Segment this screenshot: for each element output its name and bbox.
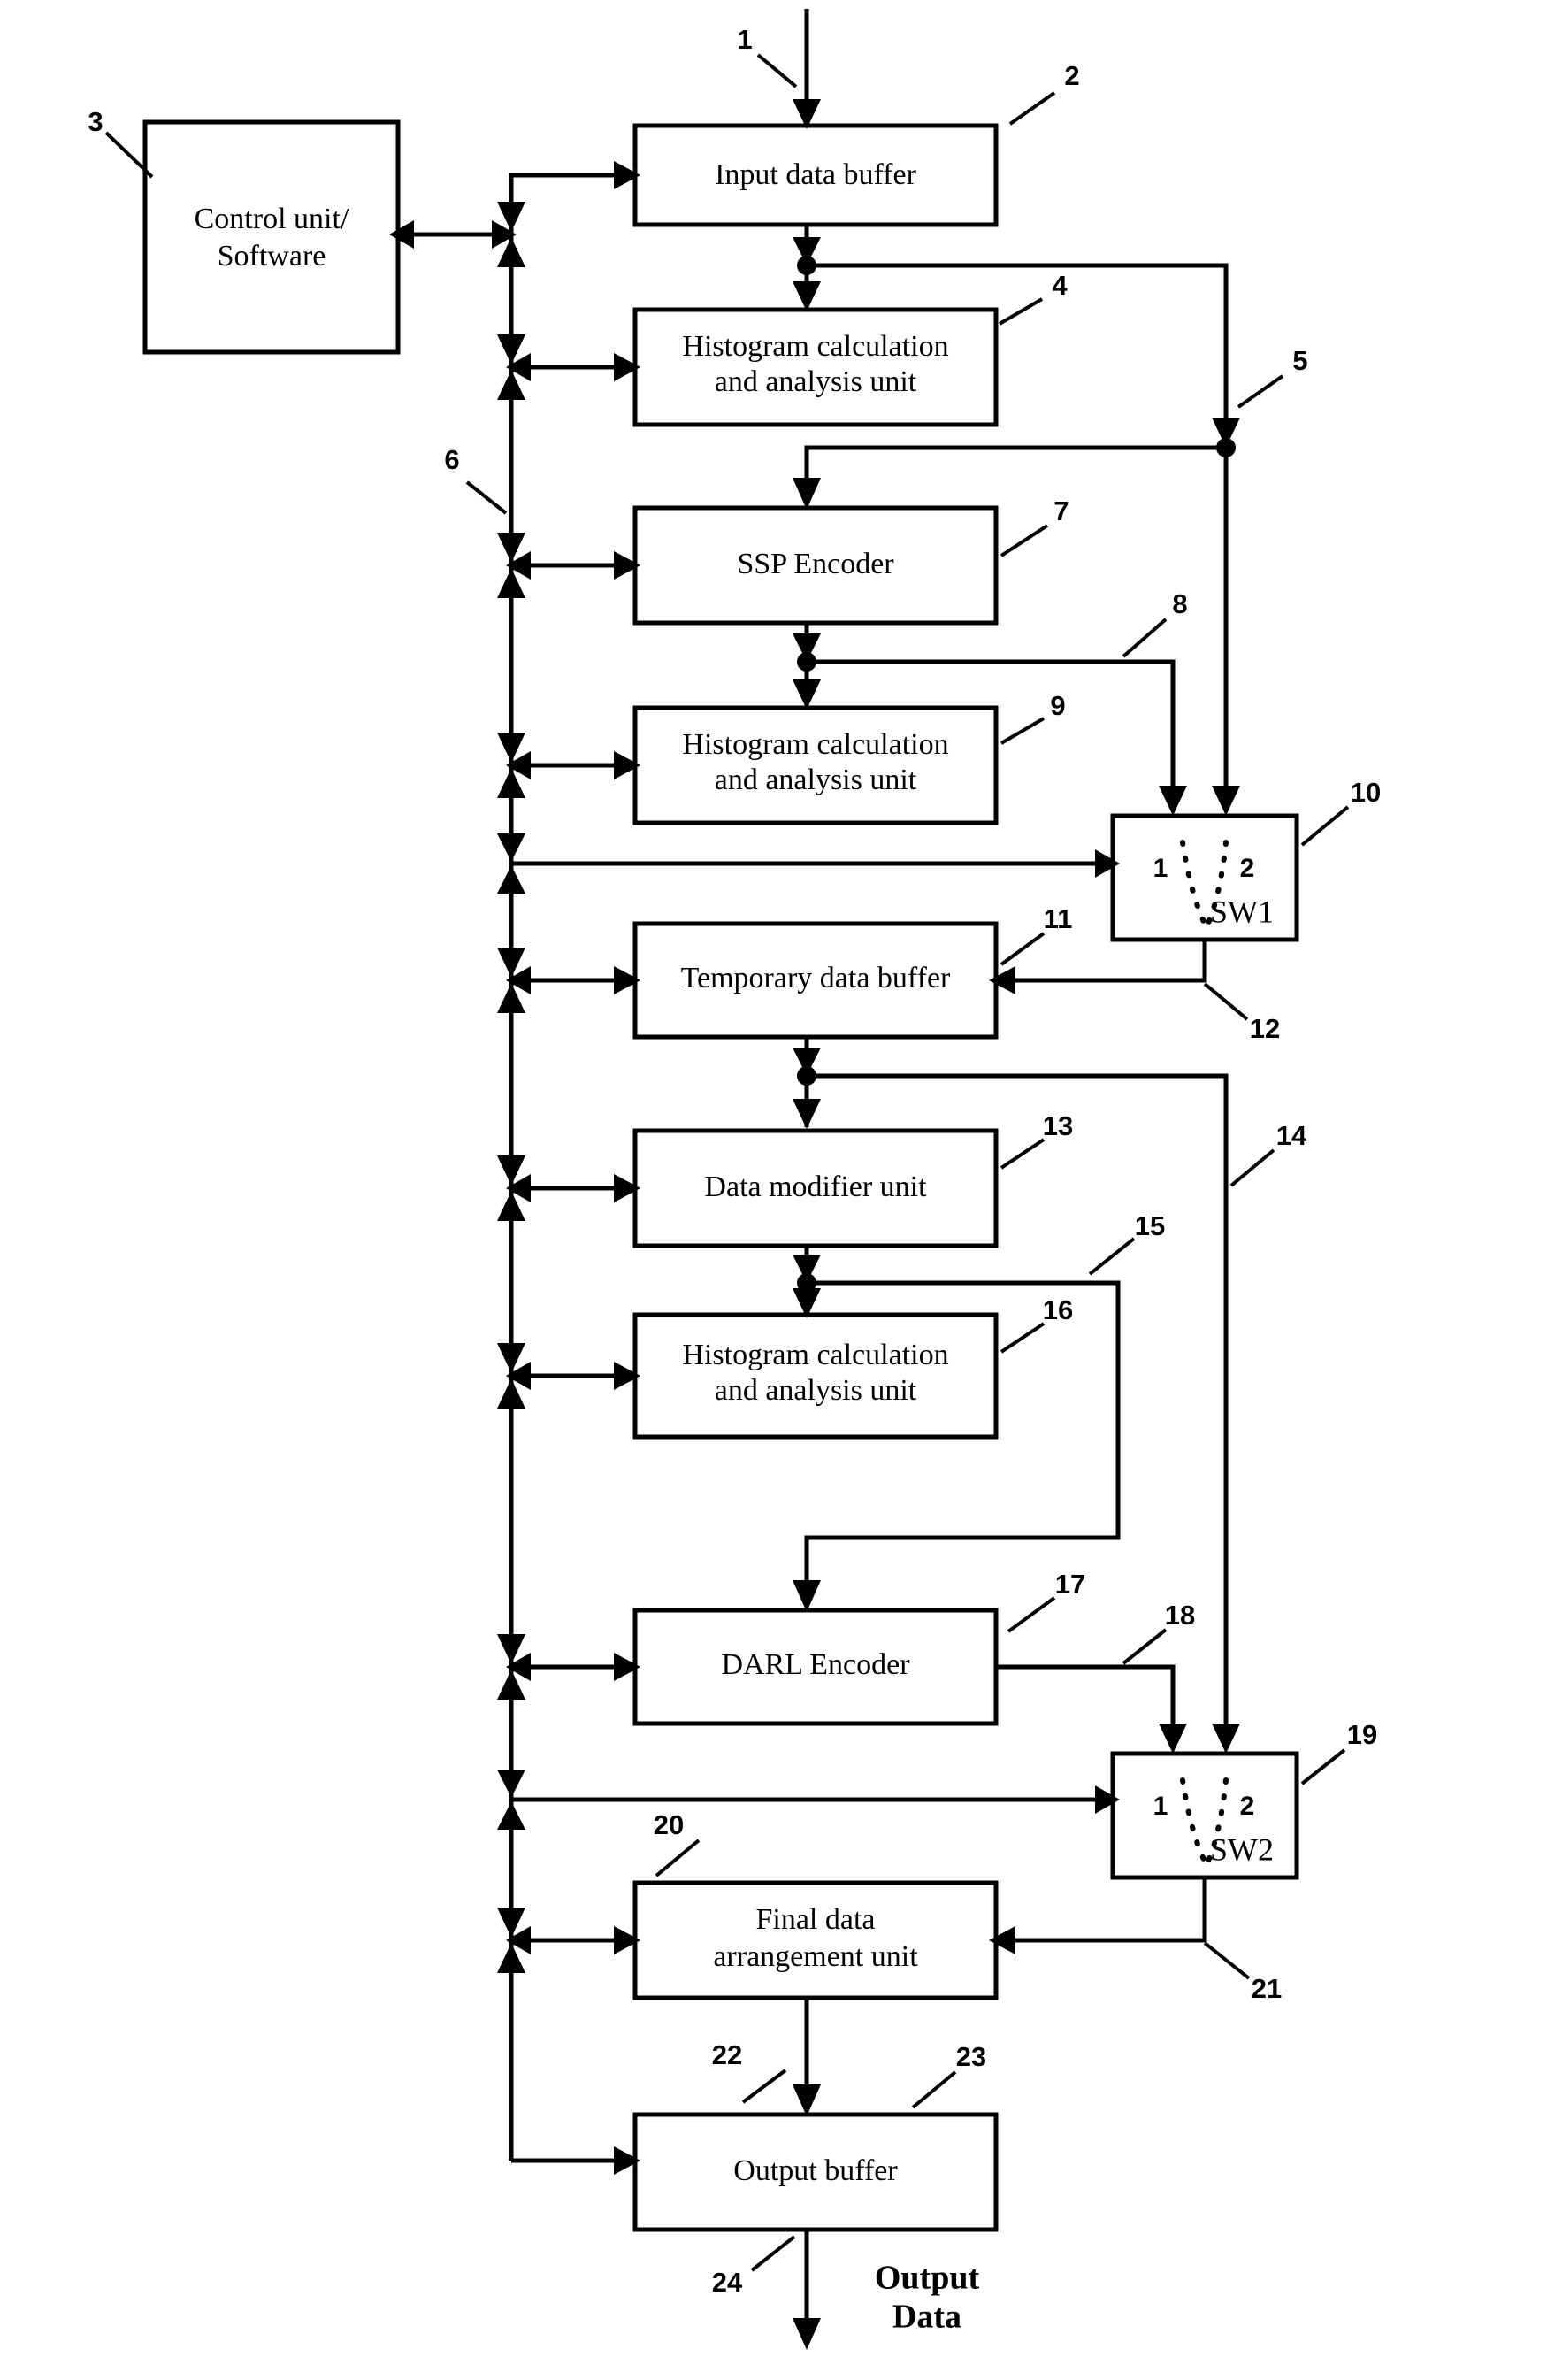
wire-to-ssp-encoder [804, 445, 1226, 501]
ref-numeral-1: 1 [737, 24, 752, 55]
ref-numeral-23: 23 [956, 2041, 986, 2072]
ref-numeral-14: 14 [1276, 1120, 1307, 1151]
leader-11 [1000, 932, 1046, 966]
label-histogram-1-line1: Histogram calculation [682, 330, 948, 363]
label-histogram-3-line1: Histogram calculation [682, 1339, 948, 1371]
label-output-data-line1: Output [875, 2260, 980, 2297]
leader-8 [1122, 618, 1168, 658]
leader-16 [1000, 1322, 1046, 1354]
block-control-unit[interactable] [142, 119, 401, 355]
leader-2 [1008, 91, 1056, 126]
arrowhead-hist2-b [793, 679, 821, 710]
arrowhead-into-sw1-port1 [1159, 786, 1187, 816]
leader-6 [465, 480, 508, 515]
leader-9 [1000, 717, 1046, 745]
leader-7 [1000, 524, 1049, 557]
label-control-unit-line1: Control unit/ [195, 203, 349, 235]
ref-numeral-21: 21 [1252, 1973, 1282, 2004]
label-data-modifier-unit: Data modifier unit [704, 1171, 927, 1203]
label-sw1-port-1: 1 [1153, 854, 1168, 883]
ref-numeral-13: 13 [1043, 1110, 1073, 1141]
bus-node-up-sw2 [497, 1801, 525, 1830]
ref-numeral-11: 11 [1044, 903, 1073, 934]
arrowhead-into-sw2-port2 [1212, 1724, 1240, 1754]
label-control-unit-line2: Software [218, 240, 326, 273]
arrowhead-into-histogram1-b [793, 281, 821, 311]
ref-numeral-24: 24 [712, 2267, 743, 2298]
leader-18 [1122, 1628, 1168, 1665]
label-sw2-port-2: 2 [1240, 1792, 1255, 1821]
ref-numeral-5: 5 [1292, 345, 1307, 376]
leader-22 [741, 2069, 787, 2104]
leader-10 [1300, 805, 1350, 847]
ref-numeral-22: 22 [712, 2039, 742, 2070]
arrowhead-into-output-buffer [793, 2084, 821, 2116]
leader-19 [1300, 1748, 1346, 1785]
ref-numeral-15: 15 [1135, 1210, 1165, 1241]
leader-20 [655, 1839, 701, 1877]
leader-24 [750, 2235, 796, 2272]
leader-1 [756, 53, 798, 88]
block-diagram-svg: Control unit/ Software Input data buffer… [88, 9, 1381, 2350]
arrowhead-into-darl-encoder [793, 1580, 821, 1612]
ref-numeral-2: 2 [1064, 60, 1079, 91]
ref-numeral-3: 3 [88, 106, 103, 137]
leader-14 [1229, 1148, 1275, 1187]
label-sw1-port-2: 2 [1240, 854, 1255, 883]
label-temporary-data-buffer: Temporary data buffer [681, 962, 951, 994]
label-final-unit-line1: Final data [755, 1903, 875, 1936]
label-darl-encoder: DARL Encoder [721, 1648, 910, 1681]
ref-numeral-6: 6 [444, 444, 459, 475]
ref-numeral-12: 12 [1250, 1013, 1280, 1044]
leader-15 [1088, 1237, 1136, 1276]
wire-sw2-to-final [1008, 1877, 1207, 1943]
leader-4 [998, 297, 1044, 326]
wire-sw1-to-temp-buffer [1008, 940, 1207, 983]
label-sw2-port-1: 1 [1153, 1792, 1168, 1821]
leader-17 [1007, 1596, 1056, 1633]
ref-numeral-18: 18 [1165, 1600, 1195, 1631]
wire-darl-to-sw2-port1 [996, 1664, 1176, 1731]
leader-12 [1203, 982, 1249, 1021]
leader-13 [1000, 1138, 1046, 1170]
label-sw2-name: SW2 [1210, 1831, 1274, 1867]
arrowhead-into-ssp-encoder [793, 478, 821, 510]
ref-numeral-4: 4 [1052, 270, 1068, 301]
label-output-data-line2: Data [892, 2299, 961, 2336]
bus-node-up-sw1 [497, 865, 525, 894]
label-input-data-buffer: Input data buffer [715, 158, 917, 191]
leader-5 [1237, 374, 1284, 409]
label-histogram-3-line2: and analysis unit [715, 1374, 917, 1407]
ref-numeral-7: 7 [1053, 495, 1069, 526]
ref-numeral-16: 16 [1043, 1294, 1073, 1325]
ref-numeral-9: 9 [1050, 690, 1065, 721]
label-ssp-encoder: SSP Encoder [737, 548, 894, 580]
ref-numeral-8: 8 [1172, 588, 1187, 619]
arrowhead-output-data [793, 2318, 821, 2350]
label-final-unit-line2: arrangement unit [713, 1940, 918, 1973]
label-histogram-1-line2: and analysis unit [715, 365, 917, 398]
bus-node-down-sw1 [497, 833, 525, 862]
ref-numeral-17: 17 [1055, 1569, 1085, 1600]
figure-canvas: Control unit/ Software Input data buffer… [0, 0, 1555, 2380]
wire-input-buffer-feed [509, 173, 619, 180]
label-histogram-2-line2: and analysis unit [715, 764, 917, 796]
ref-numeral-10: 10 [1351, 777, 1381, 808]
label-histogram-2-line1: Histogram calculation [682, 728, 948, 761]
leader-23 [911, 2070, 957, 2109]
ref-numeral-20: 20 [654, 1809, 684, 1840]
label-output-buffer: Output buffer [733, 2154, 898, 2187]
arrowhead-into-sw1-port2 [1212, 786, 1240, 816]
ref-numeral-19: 19 [1347, 1719, 1377, 1750]
bus-node-down-sw2 [497, 1770, 525, 1798]
leader-21 [1203, 1941, 1251, 1980]
arrowhead-modifier-b [793, 1099, 821, 1129]
arrowhead-into-sw2-port1 [1159, 1724, 1187, 1754]
label-sw1-name: SW1 [1210, 894, 1274, 929]
